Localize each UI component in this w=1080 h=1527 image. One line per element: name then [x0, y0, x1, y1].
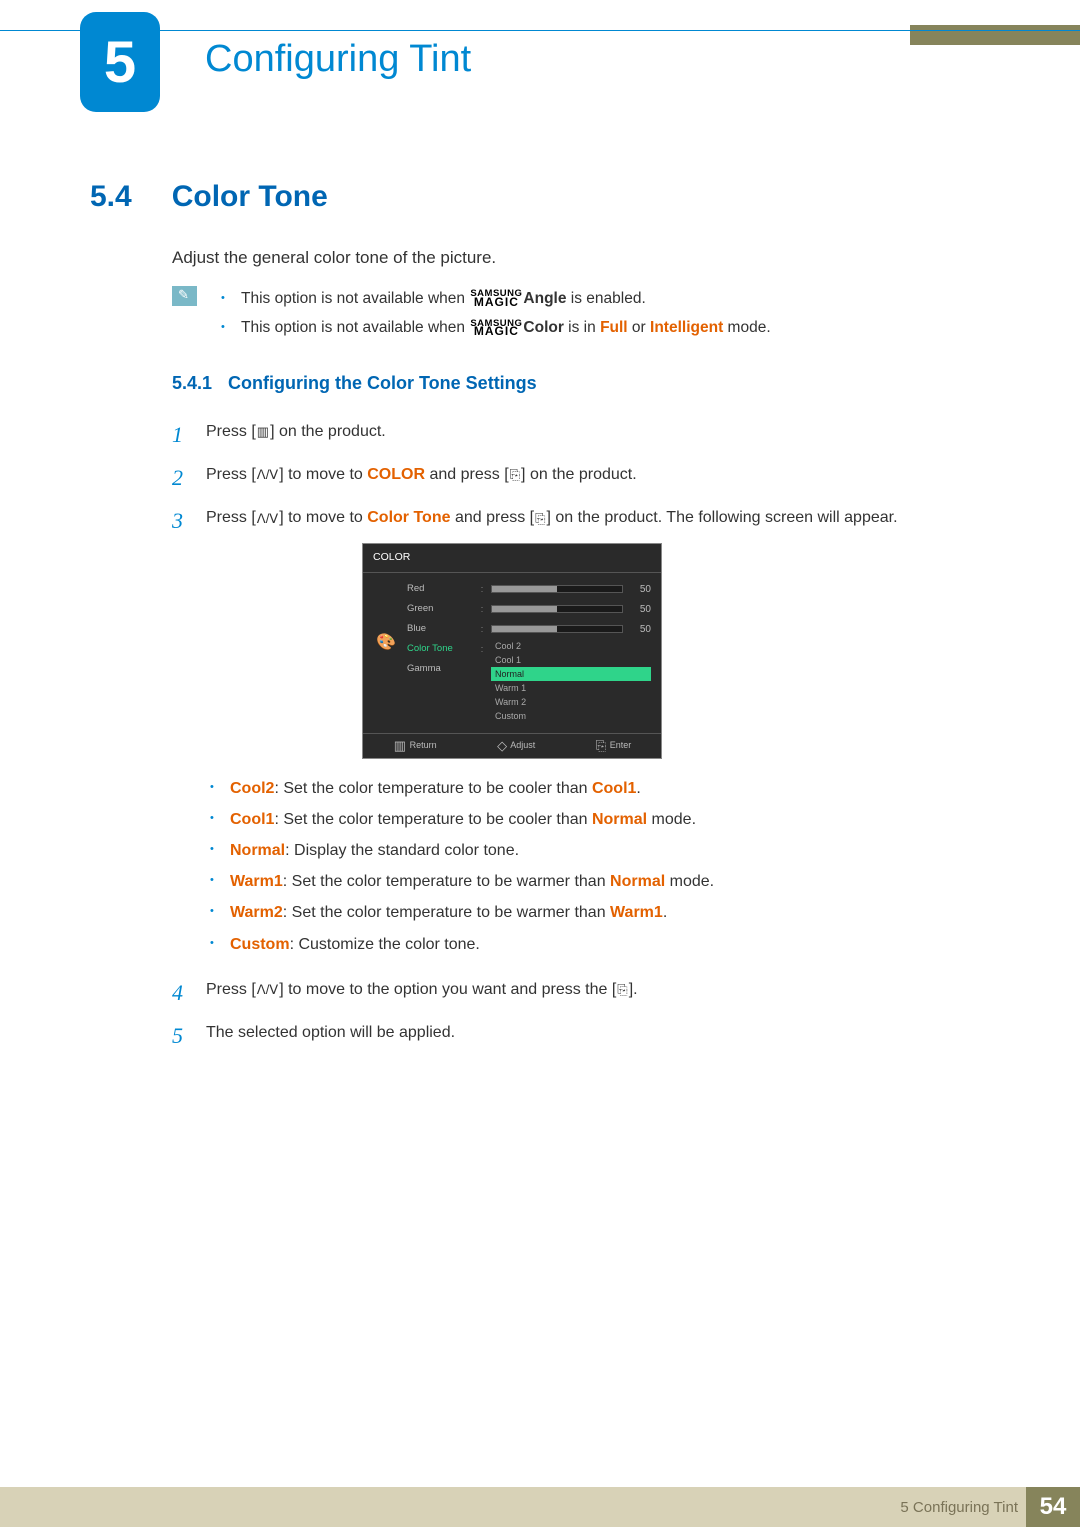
subsection-heading: 5.4.1 Configuring the Color Tone Setting…	[172, 373, 1000, 394]
step-number: 3	[172, 502, 183, 539]
osd-title: COLOR	[363, 544, 661, 573]
step-text: ] on the product. The following screen w…	[547, 509, 898, 526]
samsung-magic-logo: SAMSUNGMAGIC	[470, 290, 522, 307]
osd-value: 50	[629, 581, 651, 598]
palette-icon: 🎨	[373, 629, 399, 649]
steps-list: 1 Press [▥] on the product. 2 Press [ᐱ/ᐯ…	[172, 418, 1000, 1046]
osd-label: Gamma	[407, 659, 473, 679]
step-text: ] to move to	[279, 466, 367, 483]
subsection-title: Configuring the Color Tone Settings	[228, 373, 537, 394]
step-text: ] on the product.	[521, 466, 637, 483]
header-accent-bar	[910, 25, 1080, 45]
step-number: 2	[172, 459, 183, 496]
osd-value: 50	[629, 601, 651, 618]
footer-page-number: 54	[1026, 1487, 1080, 1527]
osd-footer-return: ▥ Return	[393, 738, 437, 753]
note-term: Full	[600, 319, 628, 336]
note-text: This option is not available when	[241, 290, 469, 307]
step-item: 2 Press [ᐱ/ᐯ] to move to COLOR and press…	[172, 461, 1000, 488]
tone-option: Warm1: Set the color temperature to be w…	[206, 866, 1000, 897]
samsung-magic-logo: SAMSUNGMAGIC	[470, 320, 522, 337]
enter-button-icon: ⎘	[509, 468, 521, 481]
note-block: This option is not available when SAMSUN…	[172, 284, 1000, 343]
updown-button-icon: ᐱ/ᐯ	[256, 512, 279, 525]
note-text: mode.	[723, 319, 770, 336]
updown-button-icon: ᐱ/ᐯ	[256, 983, 279, 996]
osd-option: Cool 1	[491, 653, 651, 667]
osd-options: Cool 2 Cool 1 Normal Warm 1 Warm 2 Custo…	[491, 639, 651, 723]
step-number: 1	[172, 416, 183, 453]
osd-footer-adjust: ◇ Adjust	[496, 738, 535, 753]
osd-label: Red	[407, 579, 473, 599]
osd-slider: 50	[491, 619, 651, 639]
step-text: ].	[629, 981, 638, 998]
enter-button-icon: ⎘	[616, 983, 628, 996]
osd-footer-enter: ⎘ Enter	[595, 738, 631, 753]
note-term: Angle	[523, 290, 566, 307]
osd-label-selected: Color Tone	[407, 639, 473, 659]
step-text: Press [	[206, 981, 256, 998]
note-item: This option is not available when SAMSUN…	[219, 284, 1000, 313]
tone-option: Normal: Display the standard color tone.	[206, 835, 1000, 866]
note-text: is enabled.	[566, 290, 645, 307]
step-item: 4 Press [ᐱ/ᐯ] to move to the option you …	[172, 976, 1000, 1003]
note-text: or	[628, 319, 650, 336]
note-item: This option is not available when SAMSUN…	[219, 313, 1000, 342]
step-text: ] on the product.	[270, 423, 386, 440]
osd-screenshot: COLOR 🎨 Red Green Blue Color Tone Gamma …	[362, 543, 662, 758]
chapter-number-badge: 5	[80, 12, 160, 112]
subsection-number: 5.4.1	[172, 373, 212, 394]
note-text: is in	[564, 319, 600, 336]
step-text: ] to move to the option you want and pre…	[279, 981, 616, 998]
osd-value: 50	[629, 621, 651, 638]
step-text: Press [	[206, 466, 256, 483]
osd-label: Blue	[407, 619, 473, 639]
section-number: 5.4	[90, 180, 132, 214]
osd-label: Green	[407, 599, 473, 619]
step-text: Press [	[206, 423, 256, 440]
step-target: Color Tone	[367, 509, 450, 526]
step-text: Press [	[206, 509, 256, 526]
page-content: 5.4 Color Tone Adjust the general color …	[90, 180, 1000, 1062]
osd-option: Custom	[491, 709, 651, 723]
footer-label: 5 Configuring Tint	[900, 1499, 1018, 1516]
step-text: and press [	[425, 466, 509, 483]
osd-option: Warm 1	[491, 681, 651, 695]
osd-slider: 50	[491, 599, 651, 619]
page-footer: 5 Configuring Tint 54	[0, 1487, 1080, 1527]
note-icon	[172, 286, 197, 306]
tone-option: Cool2: Set the color temperature to be c…	[206, 773, 1000, 804]
step-text: and press [	[451, 509, 535, 526]
section-intro: Adjust the general color tone of the pic…	[172, 248, 1000, 268]
section-title: Color Tone	[172, 180, 328, 214]
header-divider	[0, 30, 1080, 31]
note-term: Intelligent	[650, 319, 723, 336]
osd-option: Cool 2	[491, 639, 651, 653]
step-text: The selected option will be applied.	[206, 1024, 455, 1041]
note-term: Color	[523, 319, 563, 336]
note-text: This option is not available when	[241, 319, 469, 336]
menu-button-icon: ▥	[256, 425, 270, 438]
osd-option-selected: Normal	[491, 667, 651, 681]
section-heading: 5.4 Color Tone	[90, 180, 1000, 214]
step-target: COLOR	[367, 466, 425, 483]
tone-options-list: Cool2: Set the color temperature to be c…	[206, 773, 1000, 960]
step-number: 4	[172, 974, 183, 1011]
chapter-title: Configuring Tint	[205, 38, 471, 81]
tone-option: Cool1: Set the color temperature to be c…	[206, 804, 1000, 835]
step-text: ] to move to	[279, 509, 367, 526]
step-item: 1 Press [▥] on the product.	[172, 418, 1000, 445]
osd-slider: 50	[491, 579, 651, 599]
updown-button-icon: ᐱ/ᐯ	[256, 468, 279, 481]
enter-button-icon: ⎘	[534, 512, 546, 525]
step-number: 5	[172, 1017, 183, 1054]
tone-option: Warm2: Set the color temperature to be w…	[206, 897, 1000, 928]
tone-option: Custom: Customize the color tone.	[206, 929, 1000, 960]
osd-option: Warm 2	[491, 695, 651, 709]
step-item: 3 Press [ᐱ/ᐯ] to move to Color Tone and …	[172, 504, 1000, 959]
step-item: 5 The selected option will be applied.	[172, 1019, 1000, 1046]
